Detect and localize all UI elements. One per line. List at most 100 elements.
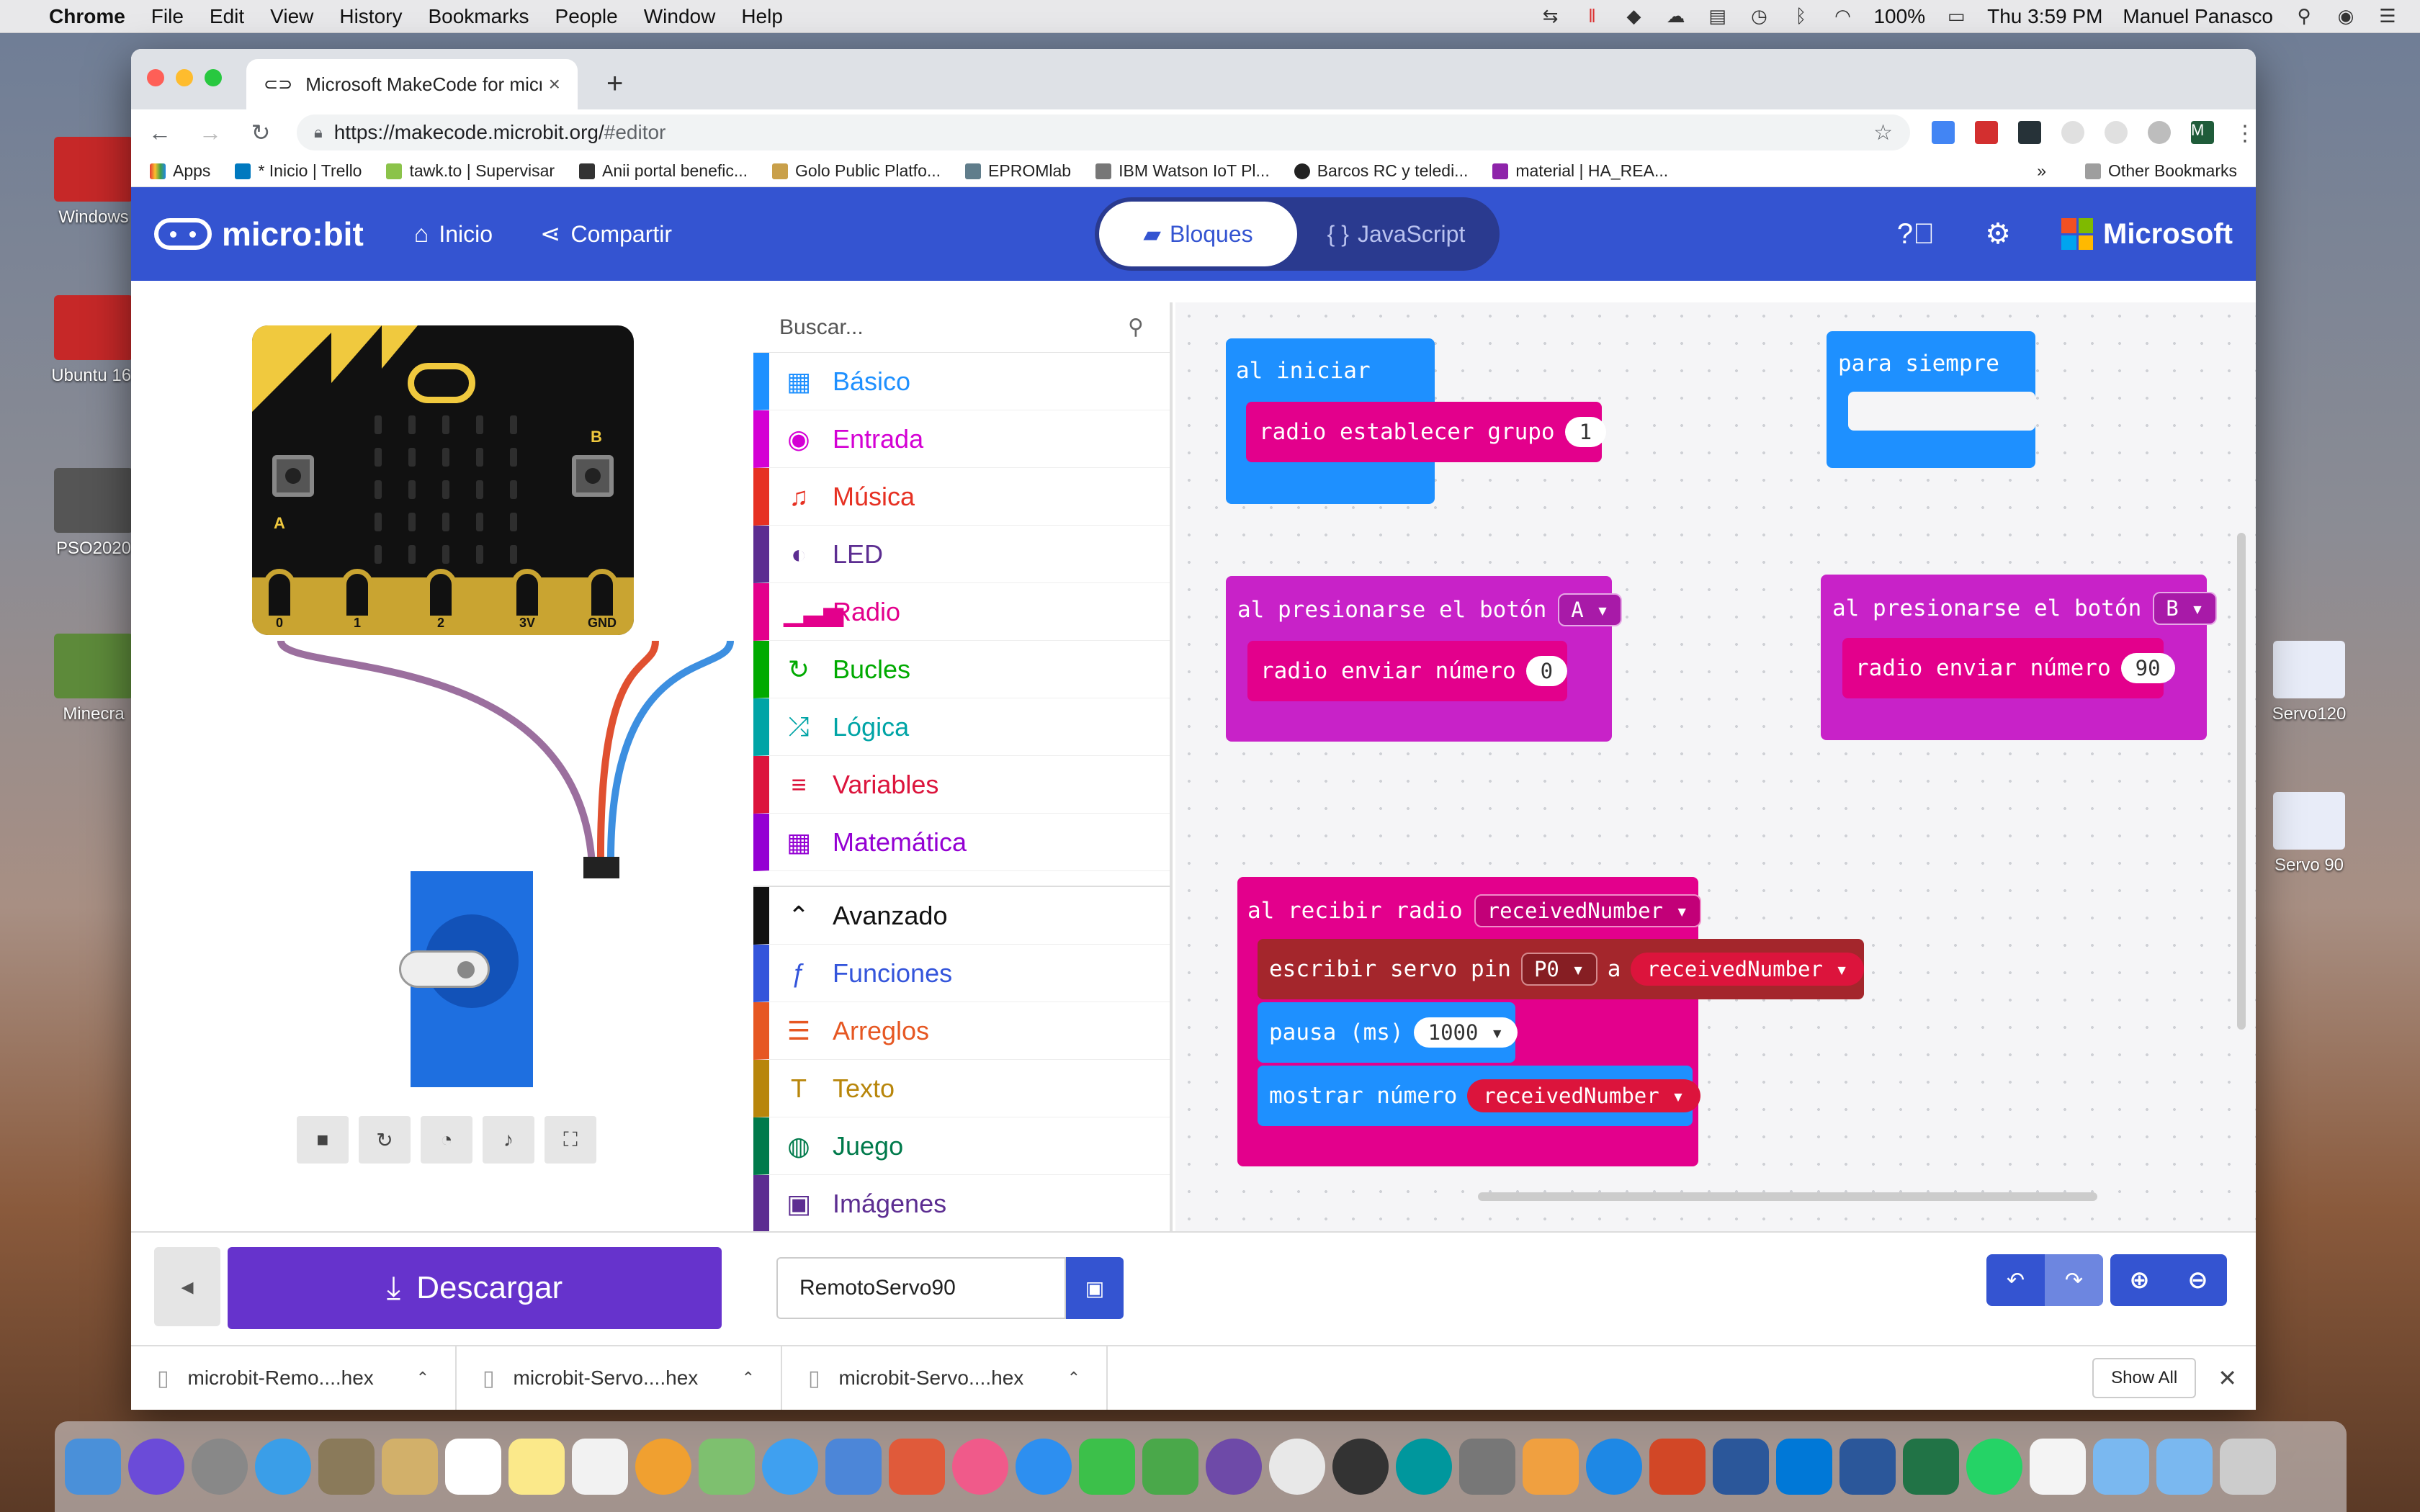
screen-icon[interactable] bbox=[1713, 1439, 1769, 1495]
photos-icon[interactable] bbox=[635, 1439, 691, 1495]
home-button[interactable]: ⌂ Inicio bbox=[414, 220, 493, 248]
tab-blocks[interactable]: ▰ Bloques bbox=[1099, 202, 1297, 266]
bookmark-anii[interactable]: Anii portal benefic... bbox=[579, 161, 748, 181]
close-icon[interactable]: ✕ bbox=[2218, 1364, 2237, 1392]
toolbox-search[interactable]: Buscar... ⚲ bbox=[753, 302, 1170, 353]
dropbox-icon[interactable]: ◆ bbox=[1623, 5, 1644, 27]
desktop-icon-servo120[interactable]: Servo120 bbox=[2259, 641, 2360, 724]
github-icon[interactable] bbox=[1206, 1439, 1262, 1495]
bookmark-barcos[interactable]: Barcos RC y teledi... bbox=[1294, 161, 1468, 181]
finder-icon[interactable] bbox=[65, 1439, 121, 1495]
fullscreen-icon[interactable]: ⛶ bbox=[544, 1116, 596, 1164]
menu-history[interactable]: History bbox=[339, 5, 402, 28]
microbit-logo[interactable]: micro:bit bbox=[154, 215, 364, 253]
advanced-category[interactable]: ⌃ Avanzado bbox=[753, 887, 1170, 945]
slow-mo-icon[interactable]: ◔ bbox=[421, 1116, 472, 1164]
printer-icon[interactable]: ▤ bbox=[1706, 5, 1728, 27]
bookmark-ibm-watson[interactable]: IBM Watson IoT Pl... bbox=[1095, 161, 1270, 181]
bookmark-material[interactable]: material | HA_REA... bbox=[1492, 161, 1668, 181]
tab-makecode[interactable]: ⊂⊃ Microsoft MakeCode for micro: × bbox=[246, 59, 578, 109]
download-item[interactable]: ▯ microbit-Servo....hex ⌃ bbox=[782, 1346, 1108, 1410]
blocks-workspace[interactable]: al iniciar radio establecer grupo 1 para… bbox=[1175, 302, 2256, 1231]
minimize-window-button[interactable] bbox=[176, 69, 193, 86]
category-imágenes[interactable]: ▣ Imágenes bbox=[753, 1175, 1170, 1233]
teamviewer-icon[interactable]: ⇆ bbox=[1539, 5, 1561, 27]
document-icon[interactable] bbox=[2030, 1439, 2086, 1495]
zoom-window-button[interactable] bbox=[205, 69, 222, 86]
app-icon[interactable] bbox=[382, 1439, 438, 1495]
extension-icon[interactable] bbox=[2105, 121, 2128, 144]
menu-window[interactable]: Window bbox=[644, 5, 716, 28]
maps-icon[interactable] bbox=[699, 1439, 755, 1495]
workspace-vertical-scrollbar[interactable] bbox=[2237, 533, 2246, 1030]
servo-write-block[interactable]: escribir servo pin P0 ▾ a receivedNumber… bbox=[1258, 939, 1864, 999]
category-música[interactable]: ♫ Música bbox=[753, 468, 1170, 526]
radio-send-number-a-block[interactable]: radio enviar número 0 bbox=[1247, 641, 1568, 701]
extension-icon[interactable] bbox=[1932, 121, 1955, 144]
react-extension-icon[interactable] bbox=[2018, 121, 2041, 144]
save-icon[interactable]: ▣ bbox=[1066, 1257, 1124, 1319]
share-button[interactable]: ⋖ Compartir bbox=[540, 220, 672, 248]
radio-send-number-b-block[interactable]: radio enviar número 90 bbox=[1842, 638, 2175, 698]
received-number-param[interactable]: receivedNumber ▾ bbox=[1474, 894, 1701, 927]
downloads-folder-icon[interactable] bbox=[2093, 1439, 2149, 1495]
category-led[interactable]: ◐ LED bbox=[753, 526, 1170, 583]
search-input[interactable]: Buscar... bbox=[779, 315, 864, 340]
category-bucles[interactable]: ↻ Bucles bbox=[753, 641, 1170, 698]
tab-javascript[interactable]: { } JavaScript bbox=[1297, 202, 1495, 266]
reminders-icon[interactable] bbox=[572, 1439, 628, 1495]
chevron-up-icon[interactable]: ⌃ bbox=[1067, 1369, 1080, 1387]
show-all-downloads-button[interactable]: Show All bbox=[2092, 1358, 2197, 1398]
user-name[interactable]: Manuel Panasco bbox=[2123, 5, 2273, 28]
arduino-icon[interactable] bbox=[1396, 1439, 1452, 1495]
bluetooth-icon[interactable]: ᛒ bbox=[1790, 5, 1811, 27]
new-tab-button[interactable]: + bbox=[606, 68, 623, 100]
powerpoint-icon[interactable] bbox=[1649, 1439, 1706, 1495]
launchpad-icon[interactable] bbox=[192, 1439, 248, 1495]
desktop-icon-servo90[interactable]: Servo 90 bbox=[2259, 792, 2360, 876]
preview-icon[interactable] bbox=[825, 1439, 882, 1495]
chrome-menu-icon[interactable]: ⋮ bbox=[2234, 121, 2256, 145]
itunes-icon[interactable] bbox=[952, 1439, 1008, 1495]
notes-icon[interactable] bbox=[508, 1439, 565, 1495]
back-icon[interactable]: ← bbox=[145, 120, 174, 146]
bookmark-epromlab[interactable]: EPROMlab bbox=[965, 161, 1071, 181]
close-window-button[interactable] bbox=[147, 69, 164, 86]
fusion-icon[interactable] bbox=[1523, 1439, 1579, 1495]
send-value-b-field[interactable]: 90 bbox=[2120, 653, 2175, 683]
undo-icon[interactable]: ↶ bbox=[1986, 1254, 2045, 1306]
chevron-up-icon[interactable]: ⌃ bbox=[416, 1369, 429, 1387]
group-number-field[interactable]: 1 bbox=[1564, 417, 1607, 447]
calendar-icon[interactable] bbox=[445, 1439, 501, 1495]
category-entrada[interactable]: ◉ Entrada bbox=[753, 410, 1170, 468]
spotlight-icon[interactable]: ⚲ bbox=[2293, 5, 2315, 27]
lock-icon[interactable]: 🔒︎ bbox=[314, 123, 323, 142]
pause-duration-dropdown[interactable]: 1000 ▾ bbox=[1413, 1017, 1518, 1048]
servo-value-variable[interactable]: receivedNumber ▾ bbox=[1631, 953, 1864, 986]
category-texto[interactable]: T Texto bbox=[753, 1060, 1170, 1117]
zoom-in-icon[interactable]: ⊕ bbox=[2110, 1254, 2169, 1306]
notification-center-icon[interactable]: ☰ bbox=[2377, 5, 2398, 27]
parallels-icon[interactable]: ‖ bbox=[1581, 5, 1603, 27]
button-b-dropdown[interactable]: B ▾ bbox=[2153, 592, 2217, 625]
system-preferences-icon[interactable] bbox=[1459, 1439, 1515, 1495]
messages-icon[interactable] bbox=[762, 1439, 818, 1495]
menu-file[interactable]: File bbox=[151, 5, 184, 28]
safari-icon[interactable] bbox=[255, 1439, 311, 1495]
bookmark-star-icon[interactable]: ☆ bbox=[1873, 120, 1893, 145]
time-machine-icon[interactable]: ◷ bbox=[1748, 5, 1770, 27]
clock[interactable]: Thu 3:59 PM bbox=[1987, 5, 2102, 28]
reload-icon[interactable]: ↻ bbox=[246, 119, 275, 146]
bookmark-apps[interactable]: Apps bbox=[150, 161, 210, 181]
teamviewer-icon[interactable] bbox=[1586, 1439, 1642, 1495]
bookmark-overflow[interactable]: » bbox=[2037, 161, 2046, 181]
category-funciones[interactable]: ƒ Funciones bbox=[753, 945, 1170, 1002]
download-item[interactable]: ▯ microbit-Remo....hex ⌃ bbox=[131, 1346, 457, 1410]
workspace-horizontal-scrollbar[interactable] bbox=[1478, 1192, 2097, 1201]
category-matemática[interactable]: ▦ Matemática bbox=[753, 814, 1170, 871]
microsoft-logo[interactable]: Microsoft bbox=[2061, 218, 2233, 251]
show-number-variable[interactable]: receivedNumber ▾ bbox=[1467, 1079, 1700, 1112]
bookmark-tawkto[interactable]: tawk.to | Supervisar bbox=[386, 161, 555, 181]
gear-icon[interactable]: ⚙ bbox=[1985, 217, 2011, 251]
keynote-icon[interactable] bbox=[889, 1439, 945, 1495]
